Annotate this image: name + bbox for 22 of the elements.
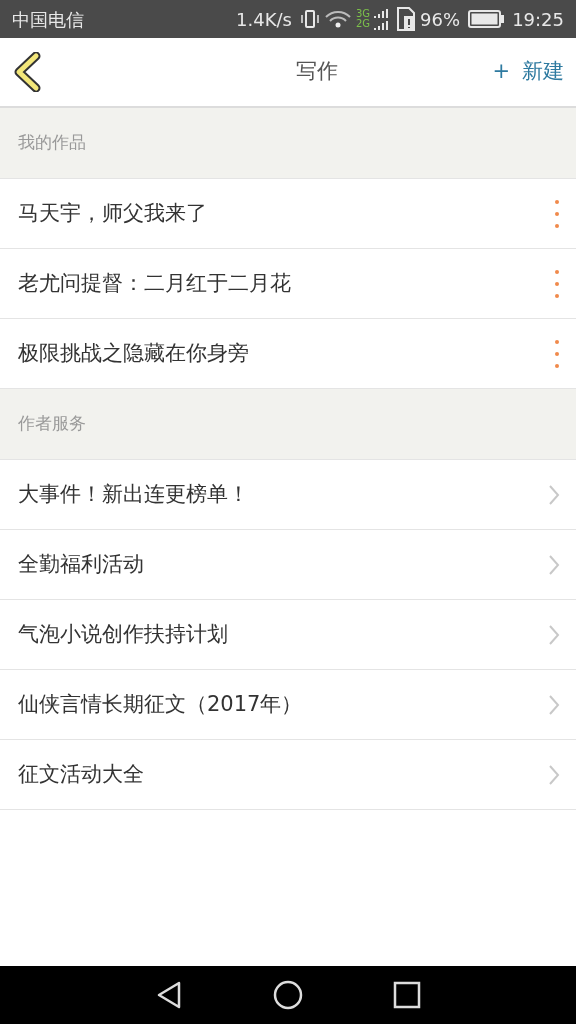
recents-nav-icon[interactable] [393, 981, 422, 1009]
new-button[interactable]: + 新建 [492, 56, 564, 88]
battery-icon [468, 10, 505, 28]
chevron-right-icon [548, 483, 560, 506]
vibrate-icon [300, 9, 320, 29]
network-speed: 1.4K/s [236, 7, 292, 32]
section-header: 作者服务 [0, 389, 576, 460]
network-type: 2G [356, 19, 371, 29]
chevron-right-icon [548, 553, 560, 576]
chevron-right-icon [548, 623, 560, 646]
chevron-right-icon [548, 693, 560, 716]
page-title: 写作 [296, 58, 339, 86]
network-type: 3G [356, 9, 371, 19]
chevron-right-icon [548, 763, 560, 786]
carrier-name: 中国电信 [12, 7, 84, 32]
home-nav-icon[interactable] [272, 979, 304, 1011]
sim-card-icon [396, 6, 417, 32]
battery-percent: 96% [420, 7, 461, 32]
clock: 19:25 [512, 7, 564, 32]
section-header: 我的作品 [0, 108, 576, 179]
wifi-icon [324, 9, 352, 29]
signal-icon [372, 7, 389, 31]
